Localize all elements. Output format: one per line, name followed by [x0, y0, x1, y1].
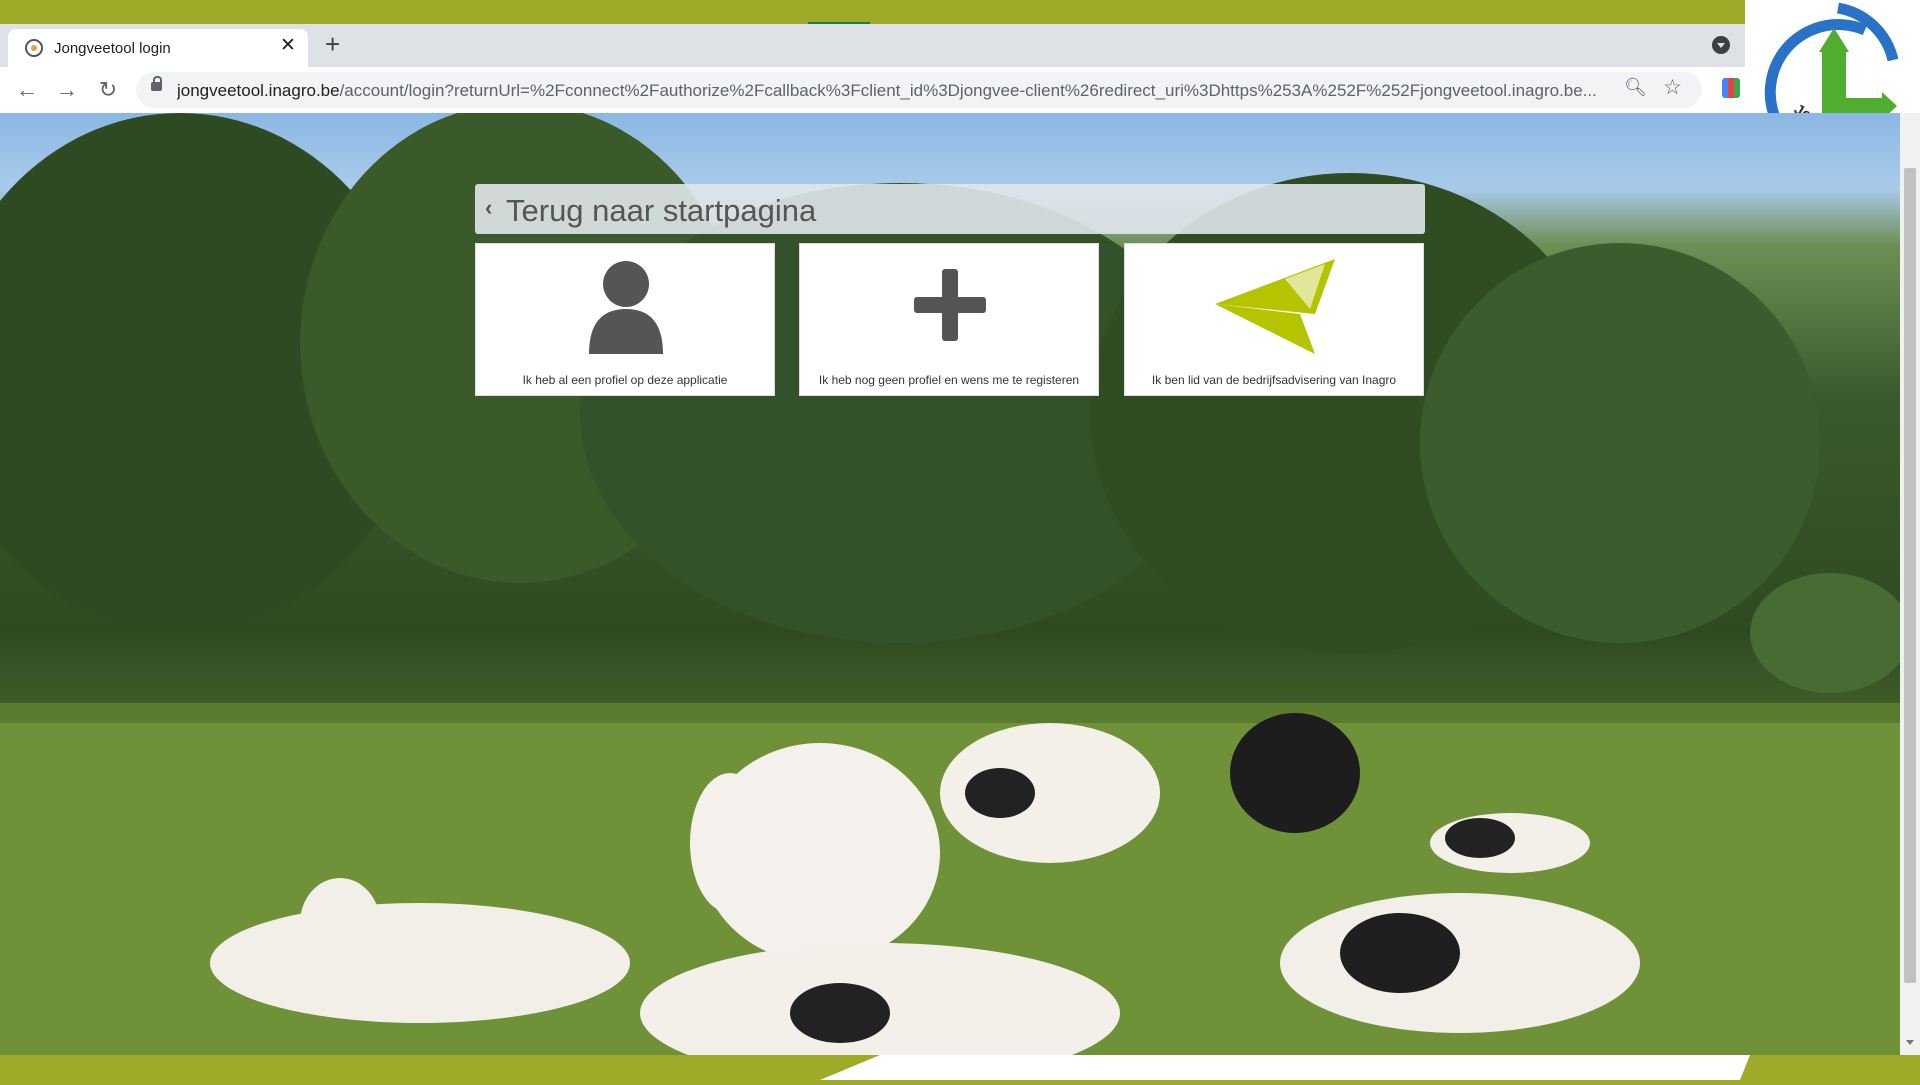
tab-search-icon[interactable]	[1712, 36, 1730, 54]
scroll-down-icon[interactable]	[1906, 1040, 1914, 1045]
existing-profile-card[interactable]: Ik heb al een profiel op deze applicatie	[475, 243, 775, 396]
browser-tab-bar: Jongveetool login ✕ +	[0, 24, 1745, 67]
card-caption: Ik heb al een profiel op deze applicatie	[522, 373, 728, 387]
page-scrollbar[interactable]	[1900, 113, 1920, 1055]
browser-toolbar: ← → ↻ jongveetool.inagro.be/account/logi…	[0, 67, 1745, 113]
card-caption: Ik heb nog geen profiel en wens me te re…	[818, 373, 1080, 387]
extension-icon[interactable]	[1722, 78, 1740, 98]
scrollbar-thumb[interactable]	[1904, 168, 1916, 983]
new-tab-button[interactable]: +	[325, 30, 340, 58]
chevron-left-icon: ‹	[485, 195, 493, 220]
inagro-member-card[interactable]: Ik ben lid van de bedrijfsadvisering van…	[1124, 243, 1424, 396]
reload-icon[interactable]: ↻	[94, 76, 122, 104]
bottom-decoration	[820, 1055, 1750, 1080]
star-icon[interactable]: ☆	[1663, 75, 1682, 100]
favicon-icon	[25, 39, 43, 57]
card-caption: Ik ben lid van de bedrijfsadvisering van…	[1151, 373, 1397, 387]
top-frame-strip	[0, 0, 1920, 24]
bottom-frame-strip	[0, 1055, 1920, 1080]
user-icon	[589, 261, 663, 354]
register-card[interactable]: Ik heb nog geen profiel en wens me te re…	[799, 243, 1099, 396]
lock-icon[interactable]	[151, 76, 162, 91]
login-page: ‹ Terug naar startpagina Ik heb al een p…	[0, 113, 1900, 1055]
back-to-start-link[interactable]: ‹ Terug naar startpagina	[475, 184, 1425, 234]
back-icon[interactable]: ←	[13, 76, 41, 104]
address-bar[interactable]: jongveetool.inagro.be/account/login?retu…	[136, 72, 1702, 108]
browser-tab[interactable]: Jongveetool login ✕	[8, 29, 308, 67]
inagro-logo-icon	[1215, 259, 1335, 354]
plus-icon	[914, 269, 986, 341]
url-path: /account/login?returnUrl=%2Fconnect%2Fau…	[339, 81, 1597, 100]
url-text[interactable]: jongveetool.inagro.be/account/login?retu…	[177, 81, 1607, 101]
back-link-label: Terug naar startpagina	[506, 193, 817, 228]
url-host: jongveetool.inagro.be	[177, 81, 340, 100]
forward-icon[interactable]: →	[53, 76, 81, 104]
close-tab-icon[interactable]: ✕	[280, 35, 296, 57]
tab-title: Jongveetool login	[54, 40, 171, 57]
zoom-icon[interactable]: 🔍︎	[1624, 77, 1647, 98]
